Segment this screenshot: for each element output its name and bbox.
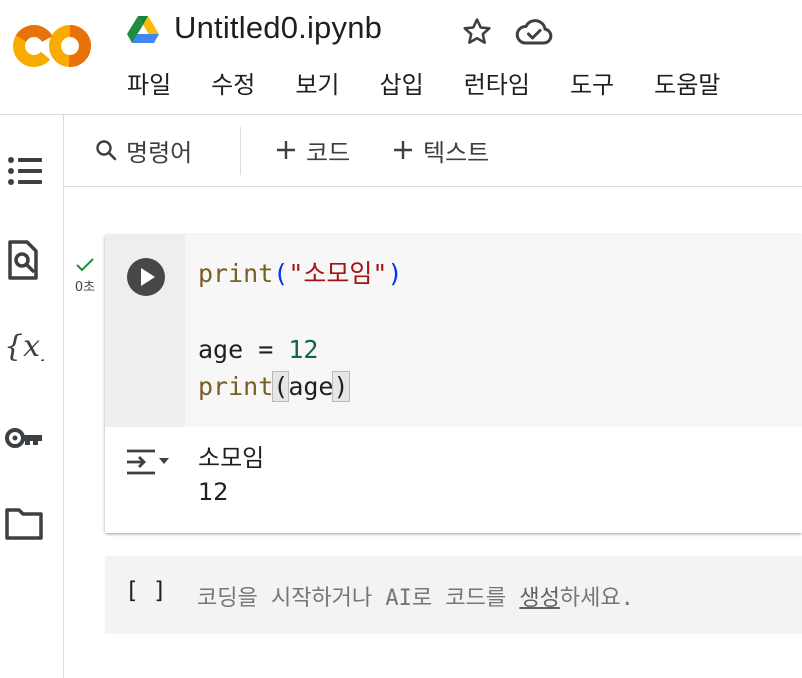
menu-view[interactable]: 보기 [284,66,350,104]
command-palette-button[interactable]: 명령어 [94,131,192,169]
plus-icon [277,141,295,159]
menu-help[interactable]: 도움말 [643,66,731,104]
notebook-title[interactable]: Untitled0.ipynb [174,10,382,46]
code-token: = [243,335,289,364]
star-icon[interactable] [460,15,494,49]
run-cell-button[interactable] [127,258,165,296]
code-token: print [198,259,274,288]
menu-insert[interactable]: 삽입 [369,66,435,104]
cell-placeholder: 코딩을 시작하거나 AI로 코드를 생성하세요. [197,580,634,612]
code-editor[interactable]: print("소모임") age = 12 print(age) [185,235,802,427]
code-token: ) [387,259,403,288]
menu-edit[interactable]: 수정 [200,66,266,104]
find-icon[interactable] [4,240,44,280]
cell-gutter [105,235,185,427]
search-icon [96,140,117,161]
code-token: age [198,335,244,364]
execution-time: 0초 [74,280,96,295]
output-line: 소모임 [198,444,265,472]
toolbar-separator [240,127,241,175]
code-line-1: print("소모임") [198,257,403,291]
code-token: "소모임" [288,259,388,288]
colab-logo[interactable] [10,18,96,74]
code-token: ) [332,371,350,402]
generate-link[interactable]: 생성 [519,586,559,611]
code-token: ( [272,371,290,402]
add-text-label: 텍스트 [423,138,490,167]
placeholder-text: 하세요. [559,586,634,611]
add-code-cell-button[interactable]: 코드 [274,131,350,169]
google-drive-icon[interactable] [127,16,159,44]
code-token: ( [273,259,289,288]
output-actions-icon[interactable] [125,445,171,479]
cell-execution-status: 0초 [70,256,100,295]
menu-runtime[interactable]: 런타임 [453,66,541,104]
code-token: print [198,372,274,401]
menu-tools[interactable]: 도구 [559,66,625,104]
code-token: 12 [288,335,319,364]
output-line: 12 [198,478,229,506]
empty-code-cell[interactable]: [ ] 코딩을 시작하거나 AI로 코드를 생성하세요. [105,556,802,634]
cell-output: 소모임 12 [105,427,802,533]
table-of-contents-icon[interactable] [4,151,44,191]
variables-icon[interactable]: {x} [4,326,44,366]
sidebar-divider [63,115,64,678]
code-cell[interactable]: print("소모임") age = 12 print(age) 소모임 12 [105,235,802,533]
menu-file[interactable]: 파일 [116,66,182,104]
files-folder-icon[interactable] [4,504,44,544]
placeholder-text: 코딩을 시작하거나 AI로 코드를 [197,586,520,611]
code-token: age [288,372,334,401]
checkmark-icon [76,258,94,272]
execution-count-brackets[interactable]: [ ] [125,578,167,604]
secrets-key-icon[interactable] [4,418,44,458]
cloud-saved-icon[interactable] [514,14,554,50]
plus-icon [394,141,412,159]
svg-text:{x}: {x} [4,329,44,364]
menu-bar: 파일 수정 보기 삽입 런타임 도구 도움말 [116,66,749,104]
add-text-cell-button[interactable]: 텍스트 [391,131,489,169]
add-code-label: 코드 [306,138,351,167]
notebook-toolbar: 명령어 코드 텍스트 [64,115,802,187]
code-line-4: print(age) [198,370,350,404]
code-line-3: age = 12 [198,333,318,367]
command-palette-label: 명령어 [126,138,193,167]
output-text: 소모임 12 [198,441,264,509]
